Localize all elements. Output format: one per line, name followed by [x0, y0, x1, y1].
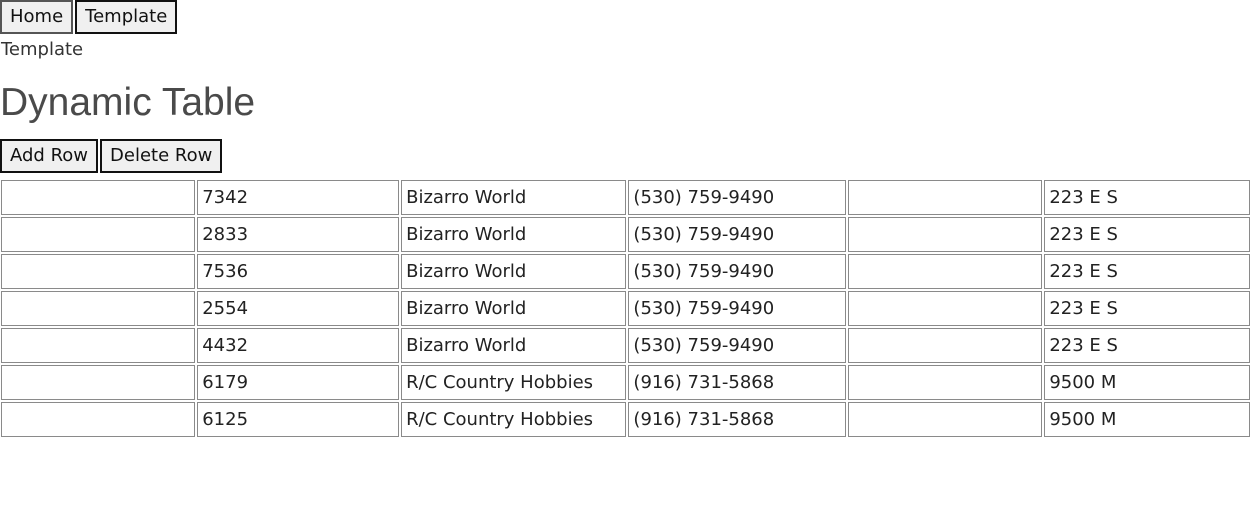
table-cell[interactable]: R/C Country Hobbies — [401, 402, 627, 437]
table-cell[interactable]: 7536 — [197, 254, 400, 289]
table-row[interactable]: 7536 Bizarro World (530) 759-9490 223 E … — [1, 254, 1250, 289]
top-nav: Home Template — [0, 0, 1252, 34]
table-actions: Add Row Delete Row — [0, 139, 1252, 175]
table-cell[interactable]: 223 E S — [1044, 291, 1250, 326]
table-cell[interactable]: 7342 — [197, 180, 400, 215]
table-cell[interactable]: (530) 759-9490 — [628, 180, 847, 215]
table-cell[interactable]: (530) 759-9490 — [628, 328, 847, 363]
table-cell[interactable]: 4432 — [197, 328, 400, 363]
table-cell[interactable]: R/C Country Hobbies — [401, 365, 627, 400]
breadcrumb: Template — [1, 39, 84, 60]
table-cell[interactable] — [1, 365, 196, 400]
table-cell[interactable]: 223 E S — [1044, 180, 1250, 215]
table-cell[interactable] — [1, 254, 196, 289]
table-row[interactable]: 6179 R/C Country Hobbies (916) 731-5868 … — [1, 365, 1250, 400]
table-cell[interactable]: (530) 759-9490 — [628, 217, 847, 252]
table-cell[interactable]: 223 E S — [1044, 217, 1250, 252]
table-cell[interactable] — [1, 402, 196, 437]
table-cell[interactable]: (916) 731-5868 — [628, 365, 847, 400]
table-cell[interactable] — [848, 328, 1043, 363]
table-cell[interactable]: 2833 — [197, 217, 400, 252]
table-cell[interactable]: Bizarro World — [401, 180, 627, 215]
table-cell[interactable] — [1, 217, 196, 252]
home-button[interactable]: Home — [0, 0, 74, 34]
dynamic-table: 7342 Bizarro World (530) 759-9490 223 E … — [0, 178, 1252, 439]
add-row-button[interactable]: Add Row — [0, 139, 99, 173]
table-cell[interactable] — [848, 217, 1043, 252]
page-title: Dynamic Table — [0, 81, 256, 124]
delete-row-button[interactable]: Delete Row — [100, 139, 223, 173]
table-cell[interactable]: 9500 M — [1044, 402, 1250, 437]
table-cell[interactable] — [848, 402, 1043, 437]
table-cell[interactable]: Bizarro World — [401, 291, 627, 326]
table-cell[interactable]: 223 E S — [1044, 328, 1250, 363]
table-cell[interactable] — [848, 180, 1043, 215]
table-cell[interactable]: Bizarro World — [401, 217, 627, 252]
table-cell[interactable] — [848, 254, 1043, 289]
template-button[interactable]: Template — [75, 0, 178, 34]
table-cell[interactable]: (530) 759-9490 — [628, 254, 847, 289]
table-row[interactable]: 7342 Bizarro World (530) 759-9490 223 E … — [1, 180, 1250, 215]
table-cell[interactable]: Bizarro World — [401, 328, 627, 363]
table-cell[interactable]: 6125 — [197, 402, 400, 437]
table-cell[interactable]: 223 E S — [1044, 254, 1250, 289]
table-cell[interactable]: Bizarro World — [401, 254, 627, 289]
table-row[interactable]: 2833 Bizarro World (530) 759-9490 223 E … — [1, 217, 1250, 252]
table-row[interactable]: 6125 R/C Country Hobbies (916) 731-5868 … — [1, 402, 1250, 437]
table-row[interactable]: 2554 Bizarro World (530) 759-9490 223 E … — [1, 291, 1250, 326]
table-row[interactable]: 4432 Bizarro World (530) 759-9490 223 E … — [1, 328, 1250, 363]
table-cell[interactable] — [848, 291, 1043, 326]
table-cell[interactable] — [1, 328, 196, 363]
table-container: 7342 Bizarro World (530) 759-9490 223 E … — [0, 178, 1252, 439]
table-cell[interactable] — [848, 365, 1043, 400]
table-cell[interactable] — [1, 291, 196, 326]
table-cell[interactable]: 9500 M — [1044, 365, 1250, 400]
table-cell[interactable]: 2554 — [197, 291, 400, 326]
table-cell[interactable] — [1, 180, 196, 215]
table-cell[interactable]: 6179 — [197, 365, 400, 400]
table-cell[interactable]: (916) 731-5868 — [628, 402, 847, 437]
table-cell[interactable]: (530) 759-9490 — [628, 291, 847, 326]
